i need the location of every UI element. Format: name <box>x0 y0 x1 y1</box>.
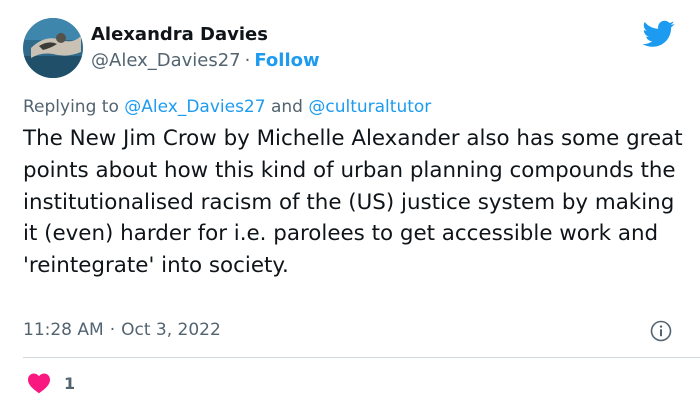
heart-icon <box>28 373 50 394</box>
info-icon[interactable] <box>650 320 672 342</box>
mention-link-2[interactable]: @culturaltutor <box>308 97 431 117</box>
reply-context: Replying to @Alex_Davies27 and @cultural… <box>23 95 431 119</box>
tweet-timestamp[interactable]: 11:28 AM · Oct 3, 2022 <box>23 318 221 342</box>
tweet-date: Oct 3, 2022 <box>121 320 221 340</box>
author-handle[interactable]: @Alex_Davies27 <box>91 50 241 71</box>
twitter-bird-icon[interactable] <box>642 20 675 48</box>
avatar[interactable] <box>23 18 83 78</box>
avatar-image <box>23 18 83 78</box>
like-count: 1 <box>64 373 76 393</box>
separator-dot: · <box>109 320 116 340</box>
author-name[interactable]: Alexandra Davies <box>91 23 268 47</box>
reply-joiner: and <box>270 97 303 117</box>
separator-dot: · <box>244 50 251 71</box>
divider <box>23 357 700 358</box>
reply-prefix: Replying to <box>23 97 119 117</box>
mention-link-1[interactable]: @Alex_Davies27 <box>124 97 265 117</box>
author-handle-row: @Alex_Davies27 · Follow <box>91 49 320 73</box>
like-button[interactable]: 1 <box>27 370 75 396</box>
tweet-text: The New Jim Crow by Michelle Alexander a… <box>23 126 683 279</box>
tweet-time: 11:28 AM <box>23 320 104 340</box>
tweet-card: Alexandra Davies @Alex_Davies27 · Follow R… <box>0 0 700 410</box>
follow-button[interactable]: Follow <box>254 50 319 71</box>
